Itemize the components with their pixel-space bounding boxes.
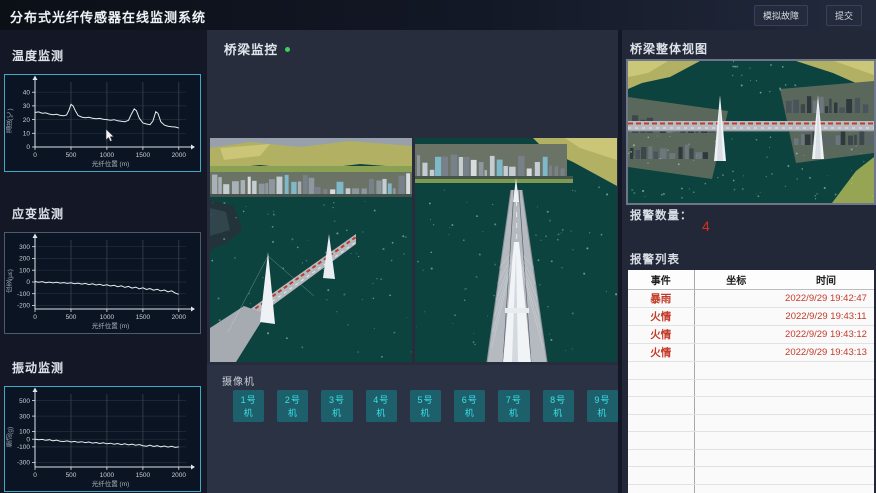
svg-text:-100: -100 [17, 291, 30, 298]
camera-button-6[interactable]: 6号机 [454, 390, 485, 422]
bridge-monitor-title-text: 桥梁监控 [224, 43, 278, 57]
svg-text:光纤位置 (m): 光纤位置 (m) [92, 321, 130, 330]
svg-text:-300: -300 [17, 460, 30, 467]
alarm-row-empty [628, 397, 874, 415]
header-actions: 模拟故障 提交 [754, 5, 862, 26]
camera-view-2 [415, 138, 617, 362]
camera-view-1 [210, 138, 412, 362]
svg-text:500: 500 [66, 152, 77, 159]
alarm-row-empty [628, 467, 874, 485]
dashboard: 分布式光纤传感器在线监测系统 模拟故障 提交 温度监测 温度(℃) 010203… [0, 0, 876, 493]
bridge-monitor-panel: 桥梁监控 摄像机 [207, 30, 618, 493]
overview-title: 桥梁整体视图 [630, 40, 708, 57]
camera-bar: 摄像机 1号机 2号机 3号机 4号机 5号机 6号机 7号机 8号机 9号机 [207, 365, 618, 493]
svg-text:0: 0 [26, 436, 30, 443]
svg-text:40: 40 [23, 89, 31, 96]
svg-text:2000: 2000 [172, 472, 187, 479]
camera-views [210, 138, 617, 362]
svg-text:100: 100 [19, 429, 30, 436]
svg-text:20: 20 [23, 117, 31, 124]
camera-button-7[interactable]: 7号机 [498, 390, 529, 422]
svg-text:-100: -100 [17, 444, 30, 451]
alarm-row[interactable]: 火情2022/9/29 19:43:13 [628, 344, 874, 362]
temperature-chart-panel: 温度(℃) 0102030400500100015002000光纤位置 (m) [4, 74, 201, 172]
svg-text:500: 500 [66, 472, 77, 479]
vibration-section-title: 振动监测 [12, 359, 64, 376]
svg-text:300: 300 [19, 244, 30, 251]
svg-text:10: 10 [23, 131, 31, 138]
alarm-list-label: 报警列表 [630, 251, 680, 267]
svg-text:1000: 1000 [100, 152, 115, 159]
app-title: 分布式光纤传感器在线监测系统 [10, 7, 206, 26]
alarm-row-empty [628, 484, 874, 493]
strain-section-title: 应变监测 [12, 205, 64, 222]
svg-text:-200: -200 [17, 303, 30, 310]
alarm-row[interactable]: 暴雨2022/9/29 19:42:47 [628, 290, 874, 308]
alarm-col-time: 时间 [778, 270, 874, 290]
alarm-count-label: 报警数量： [630, 207, 693, 223]
camera-button-1[interactable]: 1号机 [233, 390, 264, 422]
camera-button-2[interactable]: 2号机 [277, 390, 308, 422]
svg-text:1500: 1500 [136, 152, 151, 159]
temperature-chart: 0 10 20 30 40 0 500 1000 1500 2000 光纤位置 (m) [5, 75, 198, 169]
camera-bar-label: 摄像机 [222, 373, 255, 388]
alarm-table: 事件 坐标 时间 暴雨2022/9/29 19:42:47火情2022/9/29… [628, 270, 874, 493]
alarm-row-empty [628, 379, 874, 397]
bridge-overview-image [628, 61, 874, 203]
camera-button-8[interactable]: 8号机 [543, 390, 574, 422]
bridge-overview-frame [626, 59, 876, 205]
alarm-table-header-row: 事件 坐标 时间 [628, 270, 874, 290]
temperature-section-title: 温度监测 [12, 47, 64, 64]
camera-button-4[interactable]: 4号机 [366, 390, 397, 422]
svg-text:1500: 1500 [136, 314, 151, 321]
svg-text:0: 0 [33, 152, 37, 159]
svg-text:1500: 1500 [136, 472, 151, 479]
strain-chart-panel: 应变(με) -200-1000100200300050010001500200… [4, 232, 201, 334]
strain-chart: -200 -100 0 100 200 300 0 500 1000 1500 2000 光纤位置 (… [5, 233, 198, 331]
svg-text:0: 0 [26, 144, 30, 151]
svg-text:2000: 2000 [172, 314, 187, 321]
svg-text:200: 200 [19, 256, 30, 263]
svg-text:0: 0 [33, 472, 37, 479]
camera-buttons: 1号机 2号机 3号机 4号机 5号机 6号机 7号机 8号机 9号机 [233, 390, 618, 422]
alarm-row[interactable]: 火情2022/9/29 19:43:11 [628, 308, 874, 326]
alarm-row-empty [628, 362, 874, 380]
overview-alarm-panel: 桥梁整体视图 报警数量： 4 报警列表 事件 坐标 时间 暴雨2022/9/29… [622, 30, 876, 493]
svg-text:0: 0 [26, 279, 30, 286]
svg-text:500: 500 [66, 314, 77, 321]
online-status-dot-icon [285, 47, 290, 52]
alarm-col-coord: 坐标 [694, 270, 778, 290]
svg-text:1000: 1000 [100, 472, 115, 479]
vibration-chart-panel: 振动(g) -300-10001003005000500100015002000… [4, 386, 201, 492]
alarm-row-empty [628, 414, 874, 432]
simulate-fault-button[interactable]: 模拟故障 [754, 5, 808, 26]
alarm-row-empty [628, 449, 874, 467]
svg-text:300: 300 [19, 413, 30, 420]
svg-text:100: 100 [19, 267, 30, 274]
bridge-monitor-title: 桥梁监控 [224, 39, 290, 58]
svg-text:30: 30 [23, 103, 31, 110]
svg-text:光纤位置 (m): 光纤位置 (m) [92, 159, 130, 168]
svg-text:0: 0 [33, 314, 37, 321]
app-header: 分布式光纤传感器在线监测系统 模拟故障 提交 [0, 0, 876, 30]
svg-text:光纤位置 (m): 光纤位置 (m) [92, 479, 130, 488]
camera-button-9[interactable]: 9号机 [587, 390, 618, 422]
svg-text:500: 500 [19, 398, 30, 405]
alarm-count-value: 4 [702, 218, 710, 234]
svg-text:2000: 2000 [172, 152, 187, 159]
alarm-row[interactable]: 火情2022/9/29 19:43:12 [628, 326, 874, 344]
submit-button[interactable]: 提交 [826, 5, 862, 26]
alarm-row-empty [628, 432, 874, 450]
mouse-cursor-icon [105, 129, 115, 142]
camera-button-5[interactable]: 5号机 [410, 390, 441, 422]
alarm-col-event: 事件 [628, 270, 694, 290]
camera-button-3[interactable]: 3号机 [321, 390, 352, 422]
svg-text:1000: 1000 [100, 314, 115, 321]
vibration-chart: -300-10001003005000500100015002000光纤位置 (… [5, 387, 198, 489]
